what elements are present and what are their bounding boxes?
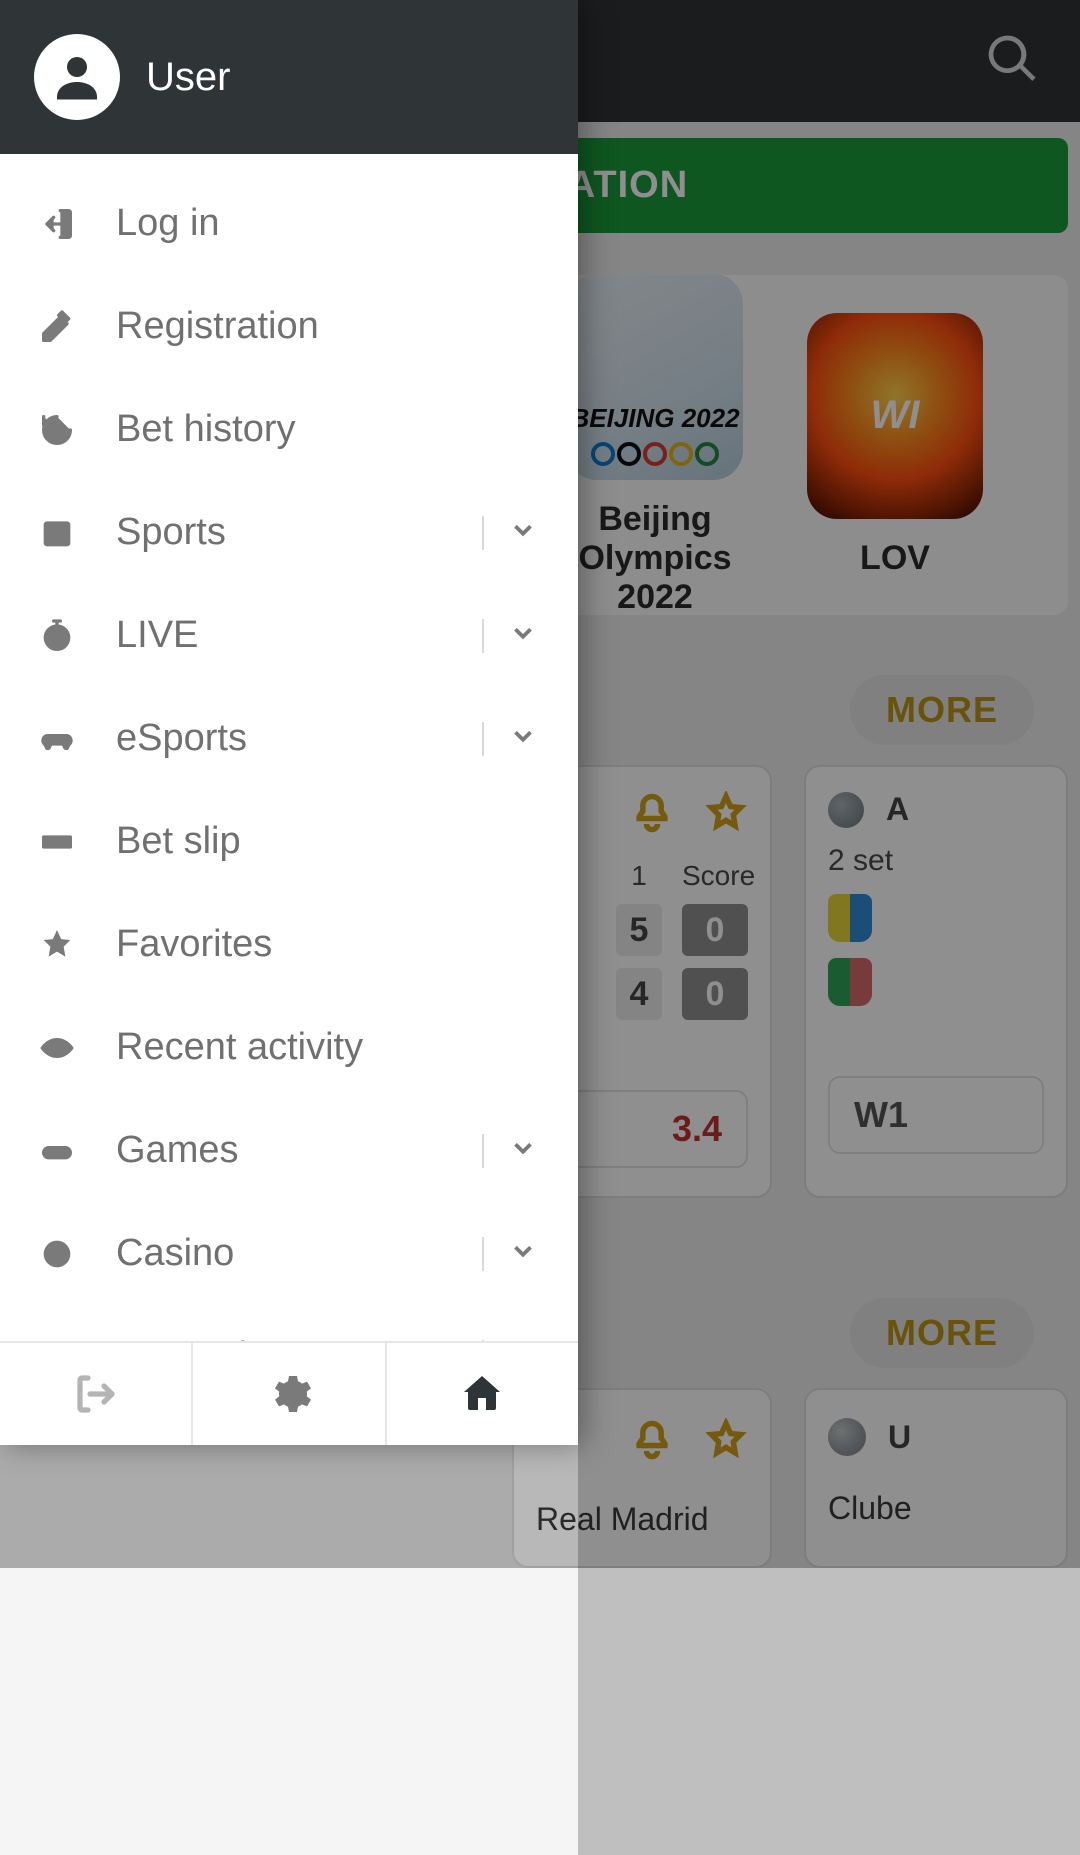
- chevron-down-icon[interactable]: [508, 1133, 538, 1168]
- event-card[interactable]: U Clube: [804, 1388, 1068, 1568]
- menu-item-label: Favorites: [116, 923, 538, 966]
- login-icon: [36, 203, 78, 245]
- team-name: Real Madrid: [536, 1501, 748, 1538]
- menu-item-label: Recent activity: [116, 1026, 538, 1069]
- menu-item-recent-activity[interactable]: Recent activity: [0, 996, 578, 1099]
- chevron-down-icon[interactable]: [508, 515, 538, 550]
- menu-item-label: Log in: [116, 202, 538, 245]
- menu-item-label: Casino: [116, 1232, 482, 1275]
- menu-item-label: LIVE: [116, 614, 482, 657]
- menu-item-label: Bet slip: [116, 820, 538, 863]
- menu-item-registration[interactable]: Registration: [0, 275, 578, 378]
- menu-item-log-in[interactable]: Log in: [0, 172, 578, 275]
- promo-label: Beijing Olympics 2022: [552, 500, 758, 617]
- score-cell: 0: [682, 968, 748, 1020]
- drawer-menu: Log in Registration Bet history Sports LIVE e…: [0, 154, 578, 1341]
- user-label: User: [146, 55, 230, 100]
- star-icon[interactable]: [704, 1418, 748, 1467]
- menu-item-bet-history[interactable]: Bet history: [0, 378, 578, 481]
- promo-tile-beijing: BEIJING 2022: [567, 274, 743, 480]
- calendar-icon: [36, 512, 78, 554]
- divider: [482, 1237, 484, 1271]
- chevron-down-icon[interactable]: [508, 1236, 538, 1271]
- chip-icon: [36, 1233, 78, 1275]
- menu-item-esports[interactable]: eSports: [0, 687, 578, 790]
- divider: [482, 619, 484, 653]
- menu-item-promotions[interactable]: Promotions: [0, 1305, 578, 1341]
- menu-item-bet-slip[interactable]: Bet slip: [0, 790, 578, 893]
- promo-label: LOV: [860, 539, 930, 578]
- more-button[interactable]: MORE: [850, 675, 1034, 745]
- chevron-down-icon[interactable]: [508, 618, 538, 653]
- menu-item-sports[interactable]: Sports: [0, 481, 578, 584]
- chevron-down-icon[interactable]: [508, 721, 538, 756]
- bell-icon[interactable]: [630, 791, 674, 840]
- team-name: Clube: [828, 1490, 1044, 1527]
- history-icon: [36, 409, 78, 451]
- menu-item-label: Sports: [116, 511, 482, 554]
- bell-icon[interactable]: [630, 1418, 674, 1467]
- odds-value[interactable]: W1: [828, 1076, 1044, 1154]
- drawer-header: User: [0, 0, 578, 154]
- dim-overlay: [578, 0, 1080, 1855]
- promo-fire[interactable]: WI LOV: [792, 313, 998, 578]
- score-col-score: Score: [682, 860, 748, 892]
- jersey-icon: [828, 894, 872, 942]
- event-card[interactable]: A 2 set W1: [804, 765, 1068, 1198]
- side-drawer: User Log in Registration Bet history Sports…: [0, 0, 578, 1445]
- set-label: 2 set: [828, 844, 1044, 878]
- eye-icon: [36, 1027, 78, 1069]
- menu-item-label: Games: [116, 1129, 482, 1172]
- menu-item-casino[interactable]: Casino: [0, 1202, 578, 1305]
- menu-item-label: Registration: [116, 305, 538, 348]
- menu-item-label: Bet history: [116, 408, 538, 451]
- event-letter: A: [886, 791, 909, 828]
- stopwatch-icon: [36, 615, 78, 657]
- settings-button[interactable]: [193, 1343, 386, 1445]
- score-cell: 0: [682, 904, 748, 956]
- score-col-period: 1: [616, 860, 662, 892]
- menu-item-label: eSports: [116, 717, 482, 760]
- more-button[interactable]: MORE: [850, 1298, 1034, 1368]
- football-icon: [828, 1418, 866, 1456]
- logout-button[interactable]: [0, 1343, 193, 1445]
- gamepad2-icon: [36, 1130, 78, 1172]
- score-cell: 4: [616, 968, 662, 1020]
- gamepad-icon: [36, 718, 78, 760]
- event-letter: U: [888, 1419, 911, 1456]
- divider: [482, 1134, 484, 1168]
- menu-item-games[interactable]: Games: [0, 1099, 578, 1202]
- star-icon: [36, 924, 78, 966]
- ticket-icon: [36, 821, 78, 863]
- drawer-bottom-bar: [0, 1341, 578, 1445]
- score-cell: 5: [616, 904, 662, 956]
- edit-icon: [36, 306, 78, 348]
- home-button[interactable]: [387, 1343, 578, 1445]
- jersey-icon: [828, 958, 872, 1006]
- tennis-icon: [828, 792, 864, 828]
- star-icon[interactable]: [704, 791, 748, 840]
- promo-tile-fire: WI: [807, 313, 983, 519]
- menu-item-favorites[interactable]: Favorites: [0, 893, 578, 996]
- menu-item-live[interactable]: LIVE: [0, 584, 578, 687]
- divider: [482, 722, 484, 756]
- search-icon[interactable]: [984, 31, 1040, 92]
- avatar-icon[interactable]: [34, 34, 120, 120]
- promo-beijing[interactable]: BEIJING 2022 Beijing Olympics 2022: [552, 274, 758, 617]
- divider: [482, 516, 484, 550]
